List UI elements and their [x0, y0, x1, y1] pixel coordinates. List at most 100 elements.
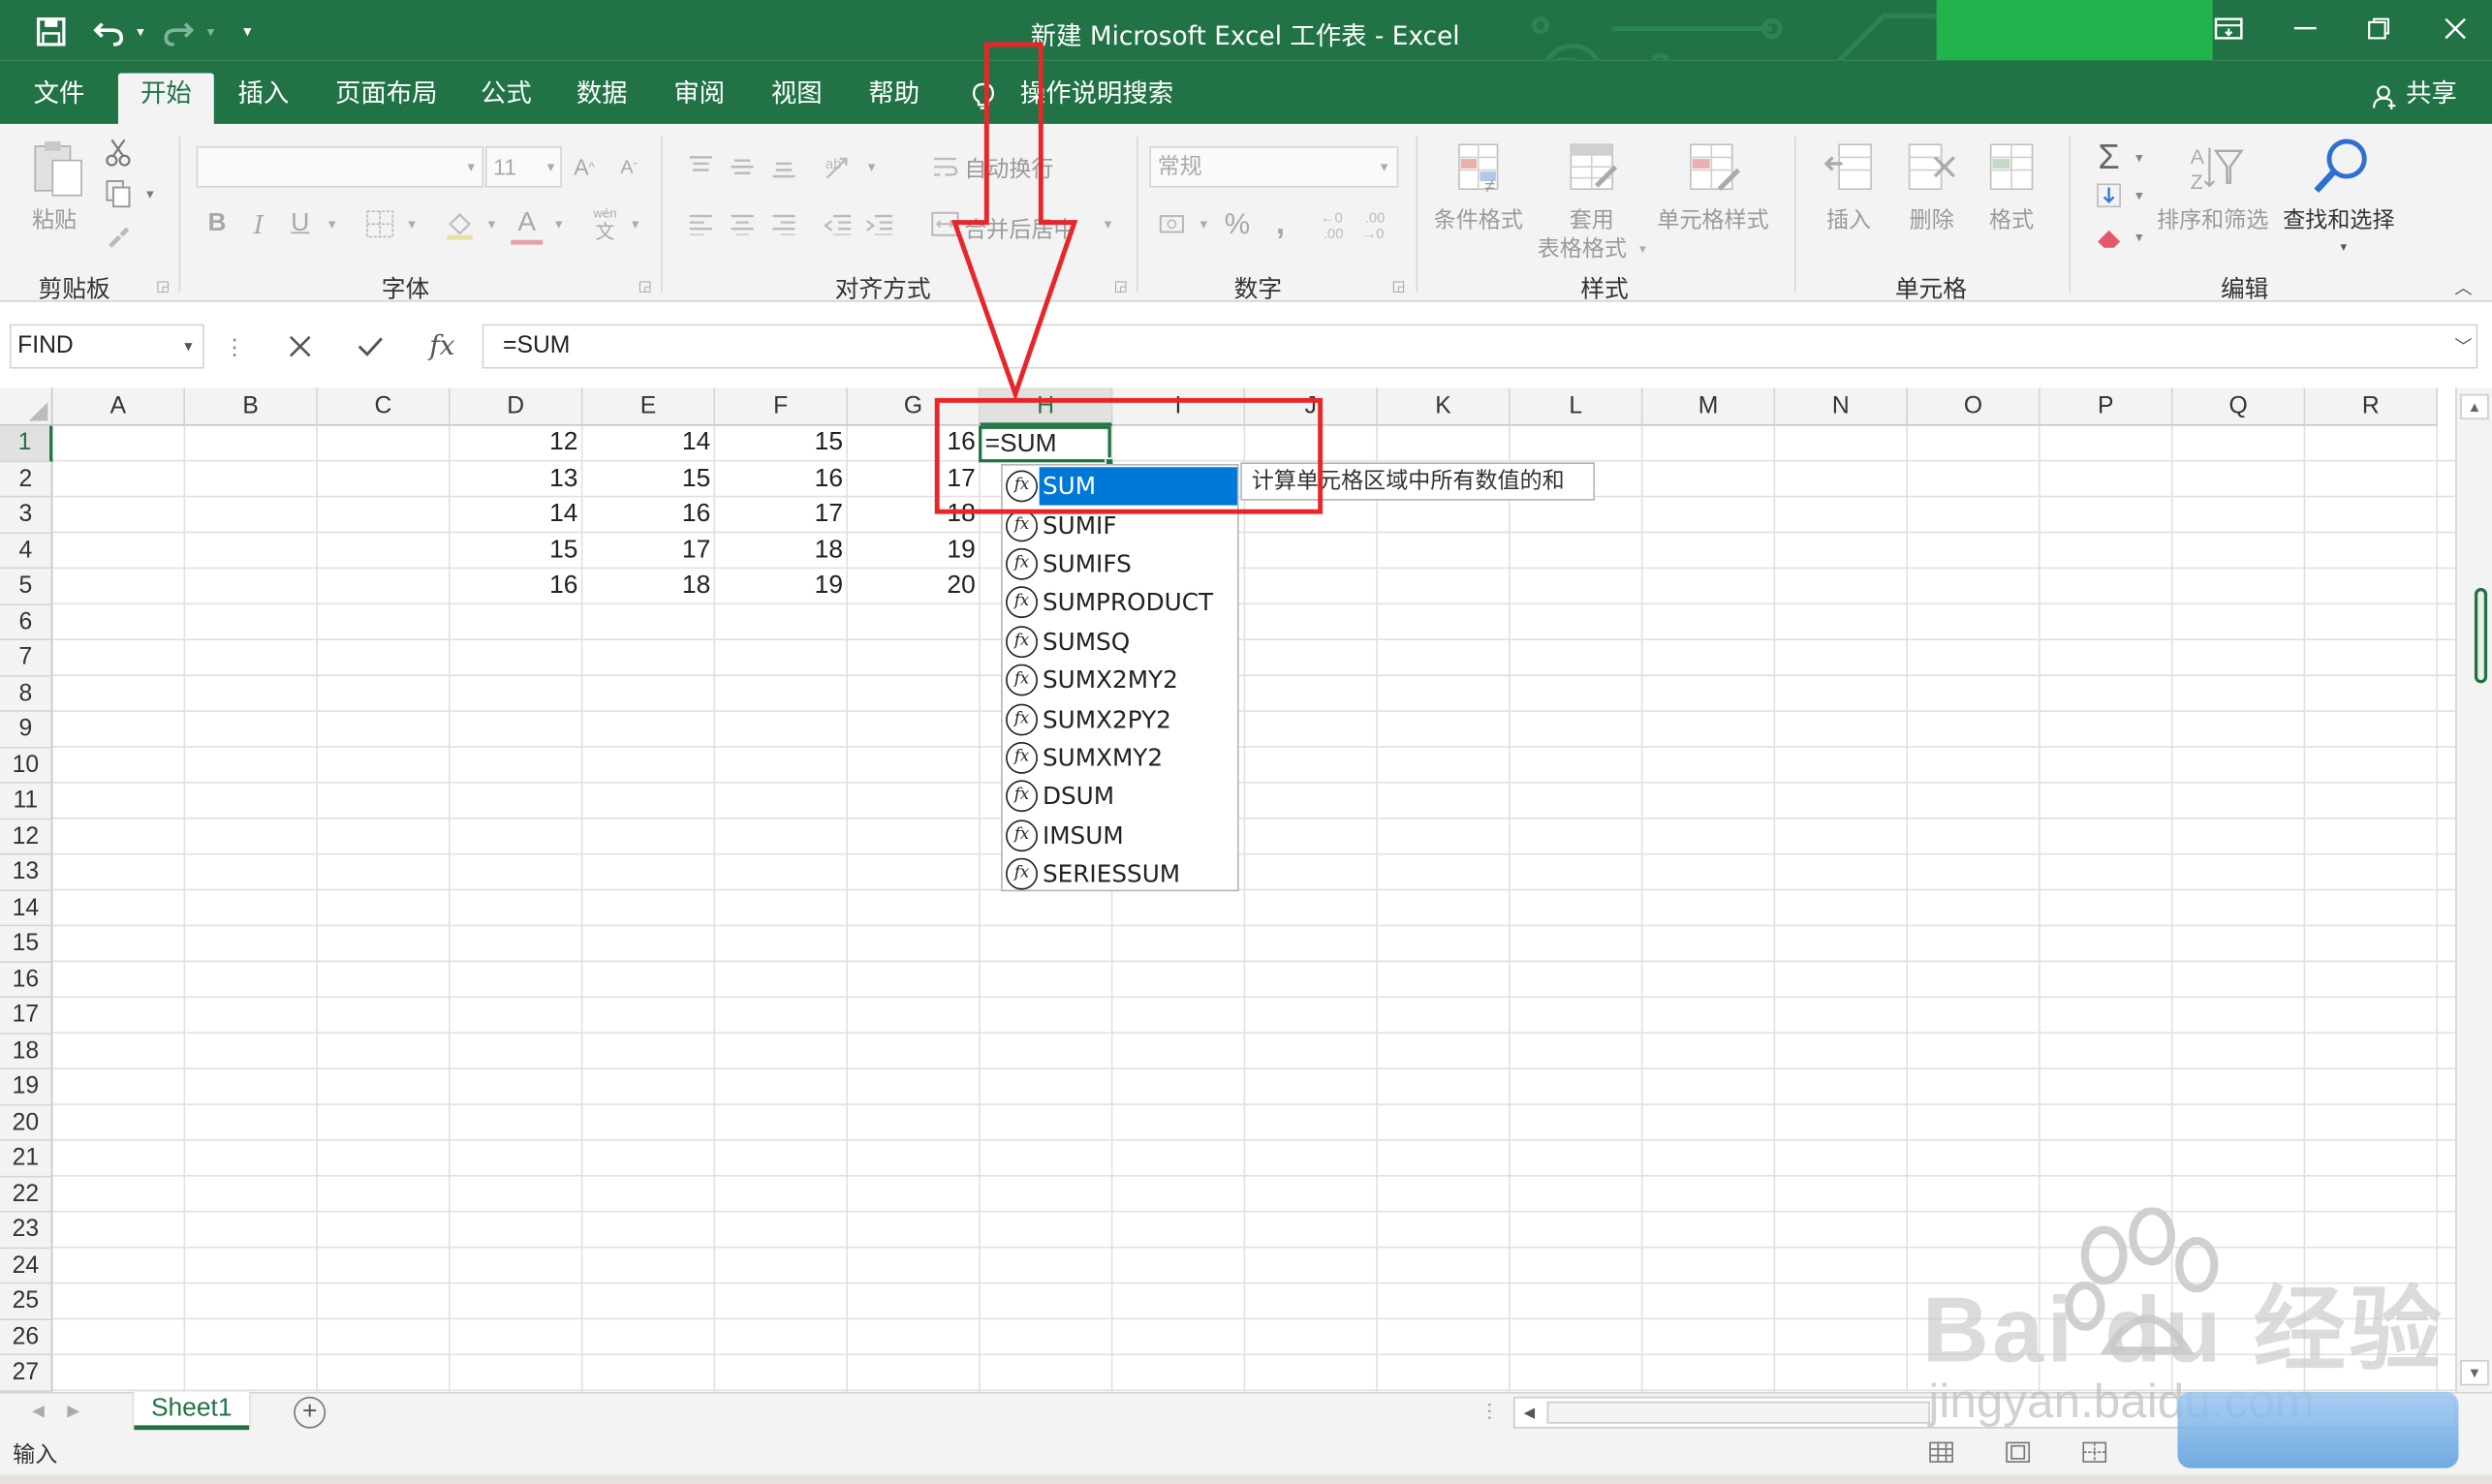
select-all-button[interactable]	[0, 387, 53, 426]
phonetic-dropdown-icon[interactable]: ▾	[626, 203, 645, 245]
minimize-icon[interactable]	[2283, 10, 2327, 47]
redo-icon[interactable]	[160, 13, 199, 50]
cell-e3[interactable]: 16	[582, 497, 715, 533]
undo-icon[interactable]	[89, 13, 128, 50]
cell-styles-label[interactable]: 单元格样式	[1657, 203, 1768, 235]
decrease-decimal-icon[interactable]: .00 →0	[1360, 203, 1399, 245]
comma-style-button[interactable]: ,	[1264, 203, 1296, 245]
merge-center-label[interactable]: 合并后居中	[964, 213, 1075, 245]
column-header-b[interactable]: B	[185, 387, 318, 426]
cell-g3[interactable]: 18	[848, 497, 981, 533]
row-header-3[interactable]: 3	[0, 497, 53, 534]
sheet-scroll-left-icon[interactable]: ◀	[25, 1397, 50, 1426]
tab-split-grip-icon[interactable]: ⋮	[1480, 1397, 1499, 1426]
format-painter-icon[interactable]	[102, 219, 134, 251]
cell-d5[interactable]: 16	[451, 569, 583, 604]
paste-icon[interactable]	[29, 137, 86, 201]
orientation-icon[interactable]: ab	[821, 146, 859, 188]
find-select-dropdown-icon[interactable]: ▾	[2334, 235, 2353, 258]
column-header-n[interactable]: N	[1775, 387, 1909, 426]
row-header-7[interactable]: 7	[0, 640, 53, 676]
underline-dropdown-icon[interactable]: ▾	[323, 203, 342, 245]
ribbon-display-options-icon[interactable]	[2206, 10, 2251, 47]
row-header-19[interactable]: 19	[0, 1068, 53, 1105]
restore-icon[interactable]	[2356, 10, 2401, 47]
font-launcher-icon[interactable]: ◲	[636, 276, 655, 295]
format-cells-icon[interactable]	[1984, 137, 2041, 201]
decrease-font-icon[interactable]: Aˇ	[613, 146, 645, 188]
autocomplete-item-sumproduct[interactable]: fx SUMPRODUCT	[1006, 583, 1237, 622]
autocomplete-item-sumifs[interactable]: fx SUMIFS	[1006, 544, 1237, 583]
format-as-table-label-1[interactable]: 套用	[1570, 203, 1614, 235]
delete-cells-label[interactable]: 删除	[1910, 203, 1954, 235]
align-middle-icon[interactable]	[725, 146, 760, 188]
function-autocomplete-list[interactable]: fx SUM fx SUMIF fx SUMIFS fx SUMPRODUCT fx SUMSQ f…	[1001, 463, 1239, 892]
autocomplete-item-dsum[interactable]: fx DSUM	[1006, 777, 1237, 816]
collapse-ribbon-icon[interactable]: ︿	[2449, 276, 2478, 299]
format-cells-label[interactable]: 格式	[1989, 203, 2034, 235]
row-header-8[interactable]: 8	[0, 675, 53, 712]
column-header-o[interactable]: O	[1908, 387, 2040, 426]
insert-cells-label[interactable]: 插入	[1826, 203, 1871, 235]
sheet-tab-sheet1[interactable]: Sheet1	[134, 1391, 250, 1431]
font-color-dropdown-icon[interactable]: ▾	[549, 203, 569, 245]
column-header-r[interactable]: R	[2305, 387, 2439, 426]
font-name-combobox[interactable]	[196, 145, 484, 188]
cell-g5[interactable]: 20	[848, 569, 981, 604]
increase-font-icon[interactable]: A ^	[569, 146, 601, 188]
align-right-icon[interactable]	[766, 203, 801, 245]
tab-home[interactable]: 开始	[117, 73, 214, 124]
column-header-e[interactable]: E	[582, 387, 716, 426]
tab-formulas[interactable]: 公式	[481, 73, 532, 123]
cell-e5[interactable]: 18	[582, 569, 715, 604]
cell-e1[interactable]: 14	[582, 426, 715, 462]
align-top-icon[interactable]	[683, 146, 718, 188]
column-header-j[interactable]: J	[1245, 387, 1378, 426]
cell-styles-icon[interactable]	[1686, 137, 1743, 201]
column-header-d[interactable]: D	[450, 387, 583, 426]
horizontal-scroll-thumb[interactable]	[1546, 1401, 1931, 1424]
sheet-scroll-right-icon[interactable]: ▶	[61, 1397, 86, 1426]
copy-dropdown-icon[interactable]: ▾	[140, 178, 160, 210]
horizontal-scrollbar[interactable]: ◀	[1513, 1396, 2456, 1429]
row-header-22[interactable]: 22	[0, 1176, 53, 1213]
font-size-dropdown-icon[interactable]: ▾	[540, 146, 562, 188]
column-header-f[interactable]: F	[715, 387, 848, 426]
row-header-10[interactable]: 10	[0, 747, 53, 784]
merge-dropdown-icon[interactable]: ▾	[1099, 203, 1118, 245]
row-header-12[interactable]: 12	[0, 819, 53, 855]
tell-me-search[interactable]: 操作说明搜索	[1020, 73, 1173, 123]
fill-down-icon[interactable]	[2091, 178, 2126, 213]
delete-cells-icon[interactable]	[1903, 137, 1960, 201]
cell-d3[interactable]: 14	[451, 497, 583, 533]
tab-insert[interactable]: 插入	[238, 73, 290, 123]
normal-view-icon[interactable]	[1925, 1437, 1957, 1469]
sort-filter-label[interactable]: 排序和筛选	[2157, 203, 2268, 235]
column-header-k[interactable]: K	[1377, 387, 1511, 426]
column-header-i[interactable]: I	[1112, 387, 1246, 426]
underline-button[interactable]: U	[284, 203, 316, 245]
autocomplete-item-sumx2py2[interactable]: fx SUMX2PY2	[1006, 699, 1237, 738]
row-header-16[interactable]: 16	[0, 962, 53, 999]
column-header-p[interactable]: P	[2040, 387, 2173, 426]
cell-d4[interactable]: 15	[451, 533, 583, 569]
row-header-18[interactable]: 18	[0, 1034, 53, 1069]
cell-d2[interactable]: 13	[451, 462, 583, 498]
borders-icon[interactable]	[360, 203, 399, 245]
row-header-13[interactable]: 13	[0, 854, 53, 891]
cell-f3[interactable]: 17	[715, 497, 848, 533]
cell-f2[interactable]: 16	[715, 462, 848, 498]
column-header-h[interactable]: H	[980, 387, 1113, 426]
format-as-table-dropdown-icon[interactable]: ▾	[1635, 232, 1650, 263]
row-header-17[interactable]: 17	[0, 998, 53, 1035]
vertical-scroll-thumb[interactable]	[2474, 587, 2488, 684]
font-color-button[interactable]: A	[511, 203, 544, 245]
row-header-4[interactable]: 4	[0, 533, 53, 570]
confirm-entry-icon[interactable]	[348, 325, 392, 369]
tab-data[interactable]: 数据	[576, 73, 628, 123]
autosum-button[interactable]: Σ	[2088, 137, 2130, 178]
decrease-indent-icon[interactable]	[821, 203, 856, 245]
scroll-left-icon[interactable]: ◀	[1515, 1398, 1544, 1427]
clear-icon[interactable]	[2091, 219, 2126, 254]
cell-e4[interactable]: 17	[582, 533, 715, 569]
